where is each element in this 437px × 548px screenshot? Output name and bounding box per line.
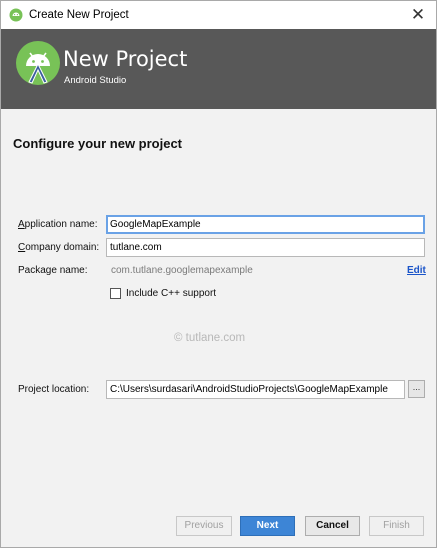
title-bar: Create New Project ✕: [1, 1, 436, 29]
create-new-project-window: Create New Project ✕ New Project Android…: [0, 0, 437, 548]
include-cpp-checkbox[interactable]: [110, 288, 121, 299]
watermark: © tutlane.com: [174, 332, 246, 344]
next-button[interactable]: Next: [240, 516, 295, 536]
android-studio-logo-icon: [16, 41, 60, 85]
close-icon[interactable]: ✕: [408, 5, 428, 25]
company-domain-label: Company domain:: [18, 242, 99, 253]
previous-button[interactable]: Previous: [176, 516, 232, 536]
finish-button[interactable]: Finish: [369, 516, 424, 536]
content-panel: [1, 109, 436, 503]
company-domain-input[interactable]: tutlane.com: [106, 238, 425, 257]
edit-package-link[interactable]: Edit: [407, 265, 426, 276]
section-title: Configure your new project: [13, 136, 183, 151]
application-name-label-rest: pplication name:: [24, 219, 98, 230]
application-name-label: Application name:: [18, 219, 98, 230]
package-name-value: com.tutlane.googlemapexample: [111, 265, 253, 276]
browse-button[interactable]: ...: [408, 380, 425, 398]
include-cpp-label[interactable]: Include C++ support: [126, 288, 216, 299]
application-name-input[interactable]: GoogleMapExample: [106, 215, 425, 234]
cancel-button[interactable]: Cancel: [305, 516, 360, 536]
package-name-label: Package name:: [18, 265, 88, 276]
application-name-mnemonic: A: [18, 219, 25, 230]
header-banner: New Project Android Studio: [1, 29, 436, 109]
header-title: New Project: [63, 47, 188, 71]
project-location-input[interactable]: C:\Users\surdasari\AndroidStudioProjects…: [106, 380, 405, 399]
company-domain-label-rest: ompany domain:: [25, 242, 100, 253]
header-subtitle: Android Studio: [64, 75, 127, 86]
android-studio-small-icon: [9, 8, 23, 22]
project-location-label: Project location:: [18, 384, 90, 395]
window-title: Create New Project: [29, 9, 129, 21]
